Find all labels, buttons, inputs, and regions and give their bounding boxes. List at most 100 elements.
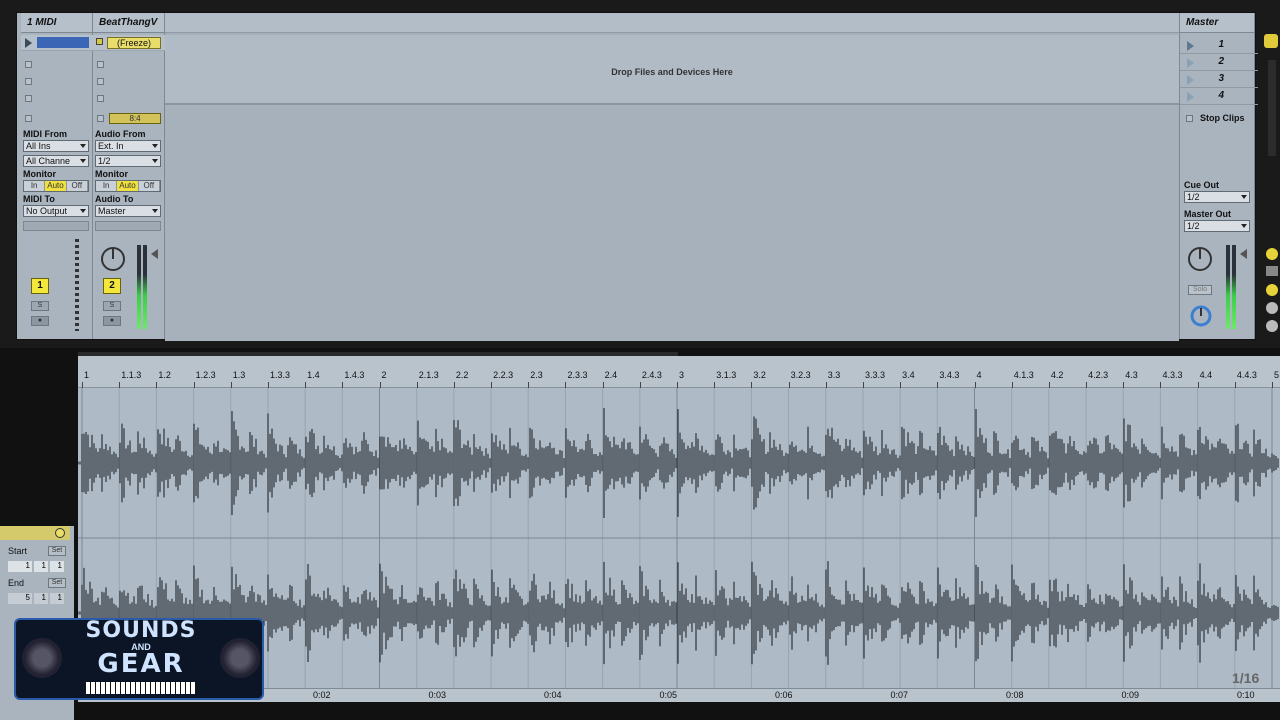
time-tick-label: 0:02 [313,690,331,700]
launch-icon[interactable] [55,528,65,538]
drop-area[interactable]: Drop Files and Devices Here [165,13,1179,341]
ruler-tick-label: 2.4.3 [641,370,662,380]
monitor-in[interactable]: In [96,181,118,191]
monitor-switch[interactable]: In Auto Off [23,180,89,192]
scene-4[interactable]: 4 [1180,88,1258,105]
ruler-tick-label: 1.2.3 [195,370,216,380]
ruler-tick-label: 3.1.3 [716,370,737,380]
time-tick-label: 0:06 [775,690,793,700]
view-icon[interactable] [1266,266,1278,276]
master-meter [1226,245,1230,329]
volume-meter [143,245,147,329]
monitor-label: Monitor [23,169,56,179]
view-icon[interactable] [1266,302,1278,314]
scene-1[interactable]: 1 [1180,37,1258,54]
solo-button[interactable]: S [103,301,121,311]
solo-button[interactable]: S [31,301,49,311]
clip-detail-view: 1 1.1.3 1.2 1.2.3 1.3 1.3.3 1.4 1.4.3 2 2.1.3 2.2 2… [0,348,1280,720]
view-icon[interactable] [1266,320,1278,332]
track-stop-button-icon[interactable] [25,115,32,122]
clip-slot[interactable] [21,35,93,51]
master-volume-slider-icon[interactable] [1240,249,1247,259]
ruler-tick-label: 1.2 [158,370,171,380]
end-sixteenth-field[interactable]: 1 [50,593,64,604]
midi-to-select[interactable]: No Output [23,205,89,217]
play-icon[interactable] [25,38,32,48]
master-pan-knob-icon[interactable] [1186,245,1214,273]
start-sixteenth-field[interactable]: 1 [50,561,64,572]
logo-line1: SOUNDS [85,618,197,643]
scene-2[interactable]: 2 [1180,54,1258,71]
preview-volume-knob-icon[interactable] [1188,303,1214,329]
audio-from-select[interactable]: Ext. In [95,140,161,152]
ruler-tick-label: 5 [1274,370,1280,380]
audio-channel-select[interactable]: 1/2 [95,155,161,167]
stop-button-icon[interactable] [25,61,32,68]
stop-all-icon[interactable] [1186,115,1193,122]
clip-slot[interactable]: (Freeze) [93,35,165,51]
scene-3[interactable]: 3 [1180,71,1258,88]
start-label: Start [8,546,28,556]
master-track-title[interactable]: Master [1180,13,1254,33]
logo-line3: GEAR [97,649,185,679]
midi-track-title[interactable]: 1 MIDI [21,13,92,33]
track-activator-button[interactable]: 2 [103,278,121,294]
stop-button-icon[interactable] [97,95,104,102]
midi-track: 1 MIDI MIDI From All Ins All Channe Moni… [21,13,93,339]
end-set-button[interactable]: Set [48,578,66,588]
monitor-off[interactable]: Off [66,181,88,191]
volume-slider-icon[interactable] [151,249,158,259]
ruler-tick-label: 3.4.3 [939,370,960,380]
clip[interactable]: (Freeze) [107,37,161,49]
scene-launch-icon[interactable] [1187,58,1194,68]
track-activator-button[interactable]: 1 [31,278,49,294]
time-tick-label: 0:05 [659,690,678,700]
scrollbar[interactable] [1268,60,1276,156]
start-set-button[interactable]: Set [48,546,66,556]
stop-button-icon[interactable] [25,78,32,85]
ruler-tick-label: 2.3.3 [567,370,588,380]
monitor-in[interactable]: In [24,181,46,191]
monitor-auto[interactable]: Auto [45,181,67,191]
audio-to-select[interactable]: Master [95,205,161,217]
arm-button[interactable]: ● [103,316,121,326]
scene-launch-icon[interactable] [1187,41,1194,51]
ruler-tick-label: 2.3 [530,370,543,380]
browser-toggle-icon[interactable] [1264,34,1278,48]
ruler-tick-label: 4.4 [1199,370,1213,380]
track-stop-button-icon[interactable] [97,115,104,122]
master-out-select[interactable]: 1/2 [1184,220,1250,232]
ruler-tick-label: 1.3 [232,370,246,380]
audio-track-title[interactable]: BeatThangV [93,13,164,33]
selected-clip-slot[interactable] [37,37,89,48]
pan-knob-icon[interactable] [99,245,127,273]
stop-clips-button[interactable]: Stop Clips [1200,113,1245,123]
cue-out-select[interactable]: 1/2 [1184,191,1250,203]
view-icon[interactable] [1266,284,1278,296]
monitor-switch[interactable]: In Auto Off [95,180,161,192]
beat-ruler[interactable]: 1 1.1.3 1.2 1.2.3 1.3 1.3.3 1.4 1.4.3 2 2.1.3 2.2 2… [78,356,1280,388]
midi-meter-icon [75,239,79,331]
start-beat-field[interactable]: 1 [34,561,48,572]
arm-button[interactable]: ● [31,316,49,326]
clip-launch-icon[interactable] [96,38,103,45]
scene-launch-icon[interactable] [1187,75,1194,85]
start-bar-field[interactable]: 1 [8,561,32,572]
monitor-auto[interactable]: Auto [117,181,139,191]
view-icon[interactable] [1266,248,1278,260]
stop-button-icon[interactable] [97,61,104,68]
scene-launch-icon[interactable] [1187,92,1194,102]
grid-setting[interactable]: 1/16 [1232,670,1259,686]
midi-from-select[interactable]: All Ins [23,140,89,152]
end-label: End [8,578,25,588]
end-beat-field[interactable]: 1 [34,593,48,604]
stop-button-icon[interactable] [25,95,32,102]
loop-brace[interactable] [78,352,678,356]
stop-button-icon[interactable] [97,78,104,85]
sounds-and-gear-logo: SOUNDS AND GEAR [14,618,264,700]
monitor-off[interactable]: Off [138,181,160,191]
end-bar-field[interactable]: 5 [8,593,32,604]
midi-channel-select[interactable]: All Channe [23,155,89,167]
ruler-tick-label: 2.2 [455,370,469,380]
solo-cue-button[interactable]: Solo [1188,285,1212,295]
